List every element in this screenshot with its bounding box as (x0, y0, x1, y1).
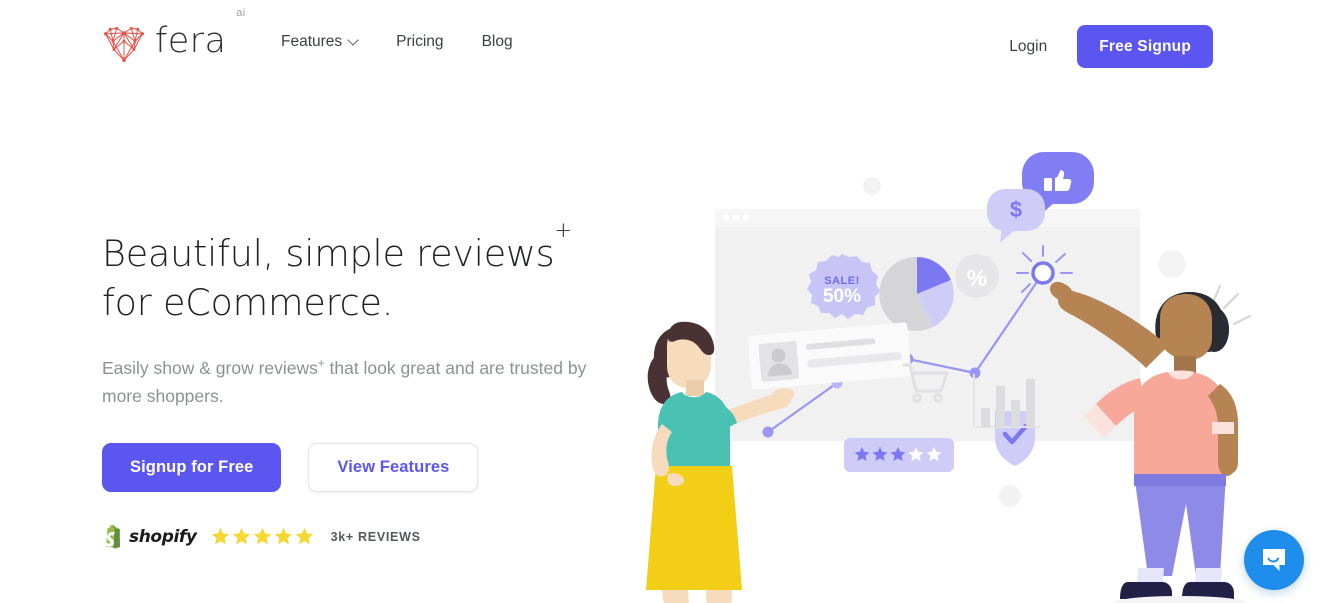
geometric-heart-icon (104, 26, 144, 63)
star-icon (253, 528, 271, 545)
hero-subtitle-part1: Easily show & grow reviews (102, 357, 318, 378)
hero-title-line2: for eCommerce. (102, 281, 394, 325)
star-icon (295, 528, 313, 545)
svg-text:50%: 50% (823, 286, 861, 307)
star-rating (211, 527, 314, 546)
svg-text:$: $ (1010, 197, 1022, 222)
nav-label-blog: Blog (481, 33, 513, 50)
chat-bubble-smile-icon (1263, 549, 1285, 571)
brand-logo[interactable]: fera ai (102, 7, 245, 65)
nav-item-features[interactable]: Features (281, 33, 358, 51)
brand-superscript: ai (236, 7, 246, 19)
star-icon (211, 528, 229, 545)
login-link[interactable]: Login (1009, 38, 1047, 56)
hero-title-line1: Beautiful, simple reviews (102, 232, 555, 276)
hero-title-superscript: + (554, 218, 572, 243)
svg-text:%: % (967, 265, 987, 291)
site-header: fera ai Features Pricing Blog Login Free… (0, 0, 1323, 93)
nav-label-features: Features (281, 33, 343, 50)
star-icon (274, 528, 292, 545)
decorative-dot (999, 485, 1021, 507)
landing-page: fera ai Features Pricing Blog Login Free… (0, 0, 1323, 603)
social-proof: shopify 3k+ REVIEWS (102, 524, 622, 549)
signup-for-free-button[interactable]: Signup for Free (102, 442, 282, 492)
brand-name: fera (155, 21, 227, 61)
star-rating-bubble-icon (844, 438, 954, 472)
pie-chart-icon (879, 256, 954, 331)
hero-subtitle-superscript: + (317, 358, 325, 371)
hero-content: Beautiful, simple reviews+ for eCommerce… (102, 218, 622, 549)
decorative-dot (863, 177, 881, 195)
hero-subtitle: Easily show & grow reviews+ that look gr… (102, 350, 602, 410)
nav-item-pricing[interactable]: Pricing (396, 33, 443, 51)
star-icon (232, 528, 250, 545)
reviews-count-label: 3k+ REVIEWS (330, 529, 421, 544)
hero-illustration-svg: % SALE! 50% $ (646, 152, 1252, 603)
page-title: Beautiful, simple reviews+ for eCommerce… (102, 218, 622, 327)
free-signup-button[interactable]: Free Signup (1077, 25, 1213, 68)
header-actions: Login Free Signup (1009, 25, 1213, 68)
cta-button-row: Signup for Free View Features (102, 442, 622, 492)
chat-widget-button[interactable] (1244, 530, 1304, 590)
percent-icon: % (955, 254, 999, 298)
shopify-wordmark: shopify (129, 526, 197, 547)
nav-item-blog[interactable]: Blog (482, 33, 513, 51)
shopify-bag-icon (105, 524, 120, 549)
view-features-button[interactable]: View Features (308, 442, 479, 492)
shopify-badge: shopify (102, 524, 197, 549)
main-navigation: Features Pricing Blog (281, 33, 513, 51)
hero-illustration: % SALE! 50% $ (640, 86, 1323, 603)
nav-label-pricing: Pricing (396, 33, 444, 50)
chevron-down-icon (349, 36, 358, 45)
decorative-dot (1158, 250, 1186, 278)
